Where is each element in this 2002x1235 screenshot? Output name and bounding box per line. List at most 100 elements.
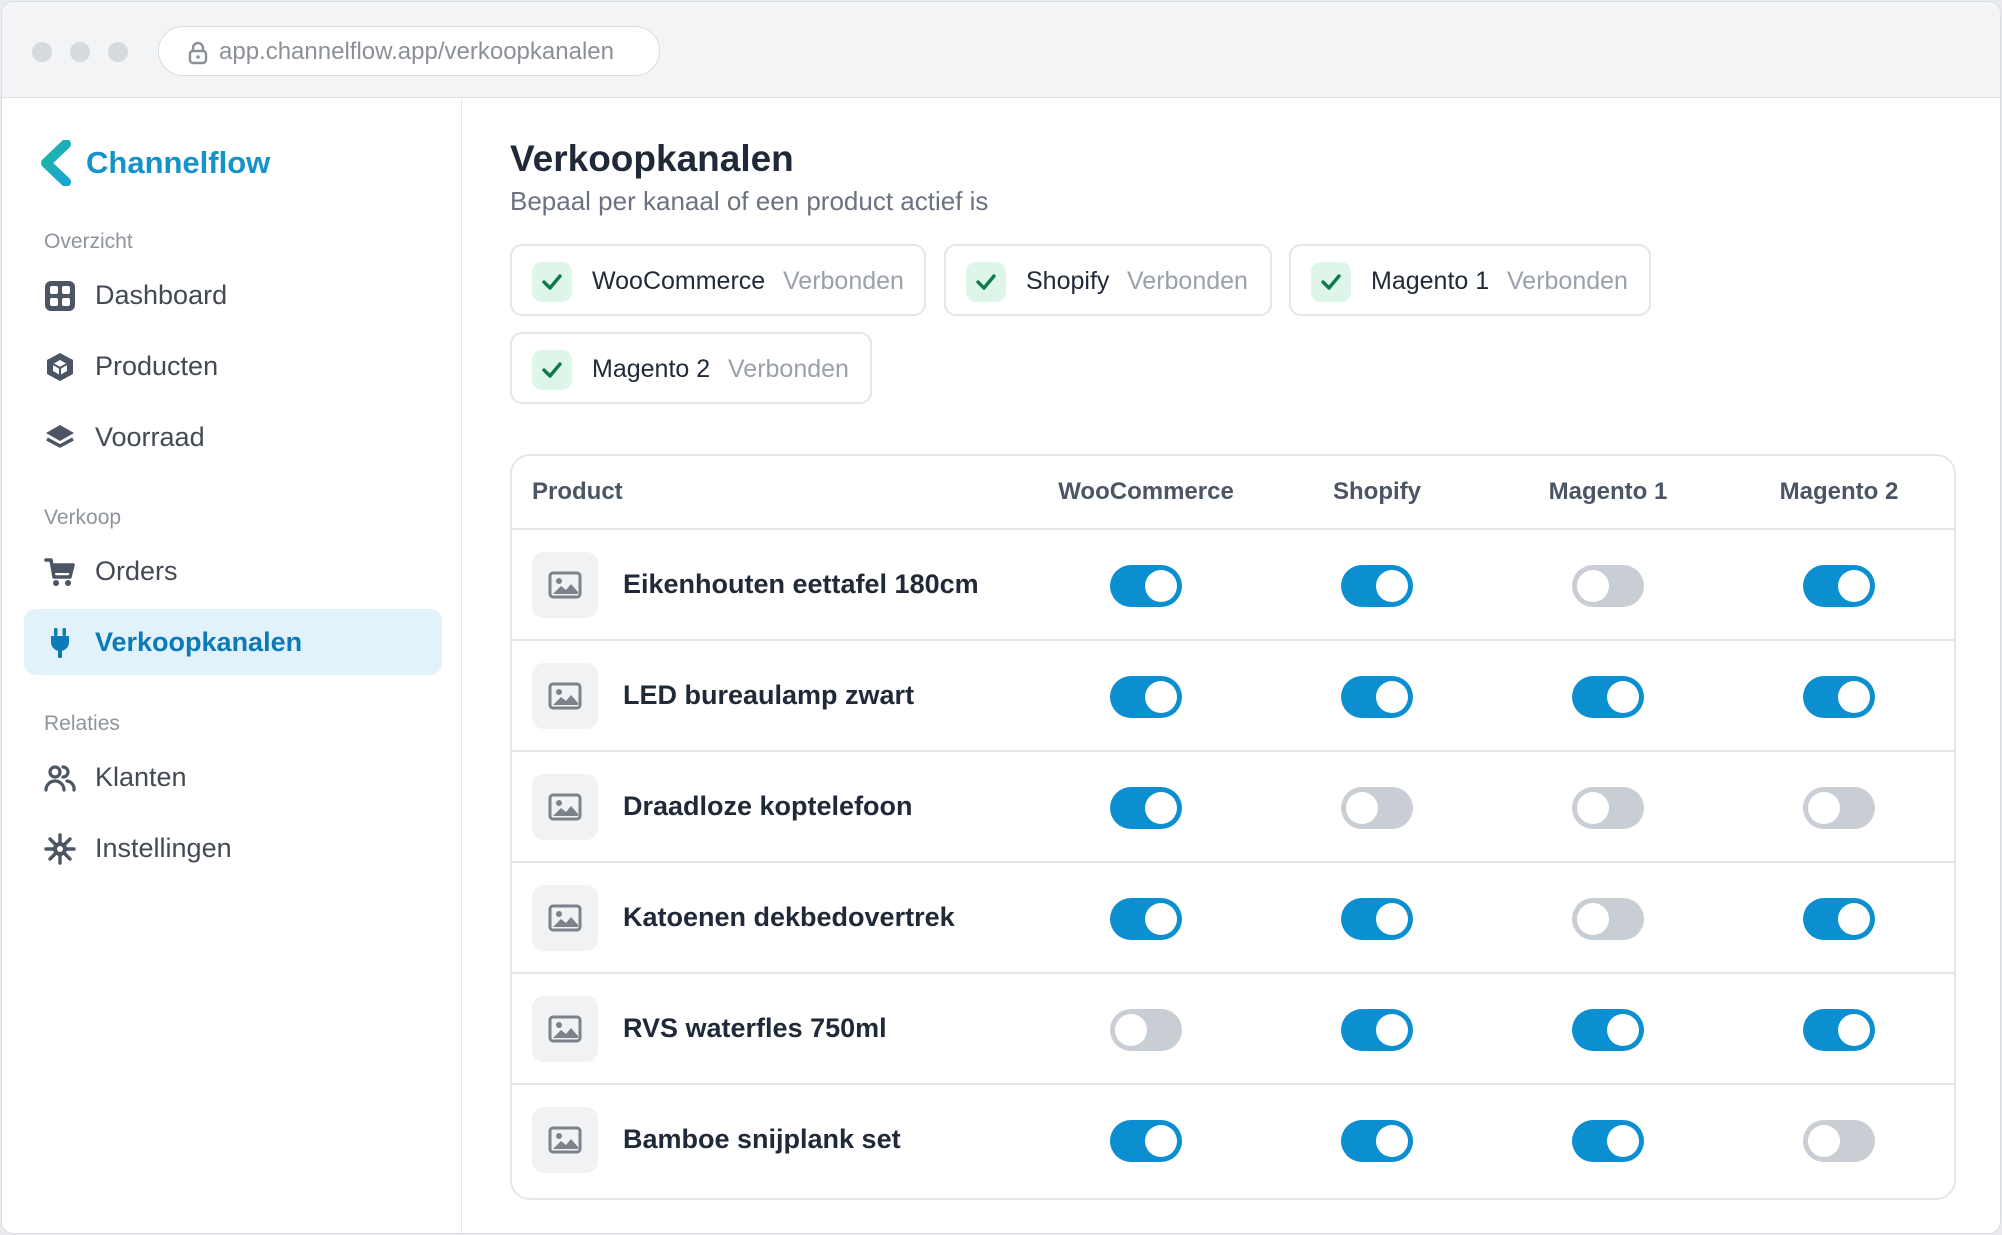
sidebar-item-dashboard[interactable]: Dashboard	[24, 262, 442, 328]
toggle-woocommerce[interactable]	[1110, 1009, 1182, 1051]
layers-icon	[46, 425, 74, 448]
sidebar-item-orders[interactable]: Orders	[24, 538, 442, 604]
browser-window: app.channelflow.app/verkoopkanalen Chann…	[1, 1, 2001, 1234]
toggle-knob	[1145, 681, 1177, 713]
toggle-magento-2[interactable]	[1803, 565, 1875, 607]
sidebar-item-producten[interactable]: Producten	[24, 333, 442, 399]
sidebar-item-instellingen[interactable]: Instellingen	[24, 815, 442, 881]
toggle-magento-2[interactable]	[1803, 787, 1875, 829]
toggle-knob	[1577, 903, 1609, 935]
window-minimize-dot[interactable]	[70, 42, 90, 62]
toggle-shopify[interactable]	[1341, 676, 1413, 718]
toggle-magento-1[interactable]	[1572, 676, 1644, 718]
channel-name: Shopify	[1026, 267, 1110, 295]
toggle-knob	[1145, 1125, 1177, 1157]
toggle-knob	[1145, 903, 1177, 935]
toggle-shopify[interactable]	[1341, 1120, 1413, 1162]
channel-chip-woocommerce[interactable]: WooCommerce Verbonden	[510, 244, 926, 316]
product-name: Katoenen dekbedovertrek	[623, 902, 955, 932]
check-badge	[966, 262, 1006, 302]
toggle-knob	[1838, 1014, 1870, 1046]
toggle-magento-2[interactable]	[1803, 676, 1875, 718]
product-thumbnail	[532, 885, 598, 951]
check-badge	[532, 350, 572, 390]
sidebar-item-label: Verkoopkanalen	[95, 627, 303, 657]
toggle-shopify[interactable]	[1341, 565, 1413, 607]
product-thumbnail	[532, 996, 598, 1062]
toggle-magento-2[interactable]	[1803, 898, 1875, 940]
product-name: Bamboe snijplank set	[623, 1124, 901, 1154]
toggle-magento-1[interactable]	[1572, 1120, 1644, 1162]
sidebar-item-label: Dashboard	[95, 280, 228, 310]
header-product: Product	[532, 478, 623, 505]
table-row: RVS waterfles 750ml	[512, 974, 1954, 1085]
toggle-knob	[1838, 570, 1870, 602]
page-title: Verkoopkanalen	[510, 138, 794, 179]
window-maximize-dot[interactable]	[108, 42, 128, 62]
channel-name: WooCommerce	[592, 267, 766, 295]
toggle-knob	[1607, 1125, 1639, 1157]
toggle-magento-2[interactable]	[1803, 1120, 1875, 1162]
toggle-knob	[1808, 792, 1840, 824]
check-icon	[542, 362, 562, 378]
table-header: Product WooCommerce Shopify Magento 1 Ma…	[512, 456, 1954, 530]
header-woocommerce: WooCommerce	[1058, 478, 1234, 505]
toggle-woocommerce[interactable]	[1110, 787, 1182, 829]
page-subtitle: Bepaal per kanaal of een product actief …	[510, 186, 989, 216]
sidebar-item-label: Instellingen	[95, 833, 232, 863]
channel-chip-shopify[interactable]: Shopify Verbonden	[944, 244, 1272, 316]
toggle-magento-1[interactable]	[1572, 787, 1644, 829]
toggle-woocommerce[interactable]	[1110, 898, 1182, 940]
address-bar[interactable]: app.channelflow.app/verkoopkanalen	[158, 26, 660, 76]
toggle-magento-1[interactable]	[1572, 898, 1644, 940]
sidebar-item-label: Orders	[95, 556, 178, 586]
sidebar-item-verkoopkanalen[interactable]: Verkoopkanalen	[24, 609, 442, 675]
product-name: LED bureaulamp zwart	[623, 680, 915, 710]
image-placeholder-icon	[548, 571, 582, 599]
channel-chip-magento-1[interactable]: Magento 1 Verbonden	[1289, 244, 1651, 316]
toggle-knob	[1838, 903, 1870, 935]
toggle-woocommerce[interactable]	[1110, 1120, 1182, 1162]
image-placeholder-icon	[548, 1015, 582, 1043]
toggle-knob	[1607, 1014, 1639, 1046]
section-label-relaties: Relaties	[44, 712, 120, 735]
chevron-logo-icon	[41, 140, 71, 186]
header-shopify: Shopify	[1333, 478, 1421, 505]
toggle-knob	[1376, 570, 1408, 602]
plug-icon	[51, 628, 69, 658]
product-thumbnail	[532, 1107, 598, 1173]
toggle-magento-1[interactable]	[1572, 1009, 1644, 1051]
header-magento-1: Magento 1	[1548, 478, 1668, 505]
image-placeholder-icon	[548, 793, 582, 821]
check-badge	[532, 262, 572, 302]
toggle-magento-1[interactable]	[1572, 565, 1644, 607]
toggle-shopify[interactable]	[1341, 898, 1413, 940]
toggle-knob	[1808, 1125, 1840, 1157]
window-close-dot[interactable]	[32, 42, 52, 62]
sidebar-item-voorraad[interactable]: Voorraad	[24, 404, 442, 470]
product-thumbnail	[532, 663, 598, 729]
table-row: Katoenen dekbedovertrek	[512, 863, 1954, 974]
toggle-shopify[interactable]	[1341, 787, 1413, 829]
image-placeholder-icon	[548, 682, 582, 710]
table-row: Bamboe snijplank set	[512, 1085, 1954, 1196]
image-placeholder-icon	[548, 1126, 582, 1154]
section-label-verkoop: Verkoop	[44, 506, 122, 529]
table-row: LED bureaulamp zwart	[512, 641, 1954, 752]
toggle-knob	[1115, 1014, 1147, 1046]
toggle-knob	[1346, 792, 1378, 824]
section-label-overzicht: Overzicht	[44, 230, 133, 253]
channel-chip-magento-2[interactable]: Magento 2 Verbonden	[510, 332, 872, 404]
toggle-knob	[1145, 792, 1177, 824]
sidebar-item-klanten[interactable]: Klanten	[24, 744, 442, 810]
toggle-woocommerce[interactable]	[1110, 676, 1182, 718]
app-logo[interactable]: Channelflow	[38, 138, 270, 188]
toggle-knob	[1376, 681, 1408, 713]
toggle-magento-2[interactable]	[1803, 1009, 1875, 1051]
toggle-knob	[1838, 681, 1870, 713]
users-icon	[44, 765, 76, 792]
sidebar: Channelflow Overzicht Dashboard Producte…	[2, 98, 462, 1233]
check-icon	[542, 274, 562, 290]
toggle-woocommerce[interactable]	[1110, 565, 1182, 607]
toggle-shopify[interactable]	[1341, 1009, 1413, 1051]
